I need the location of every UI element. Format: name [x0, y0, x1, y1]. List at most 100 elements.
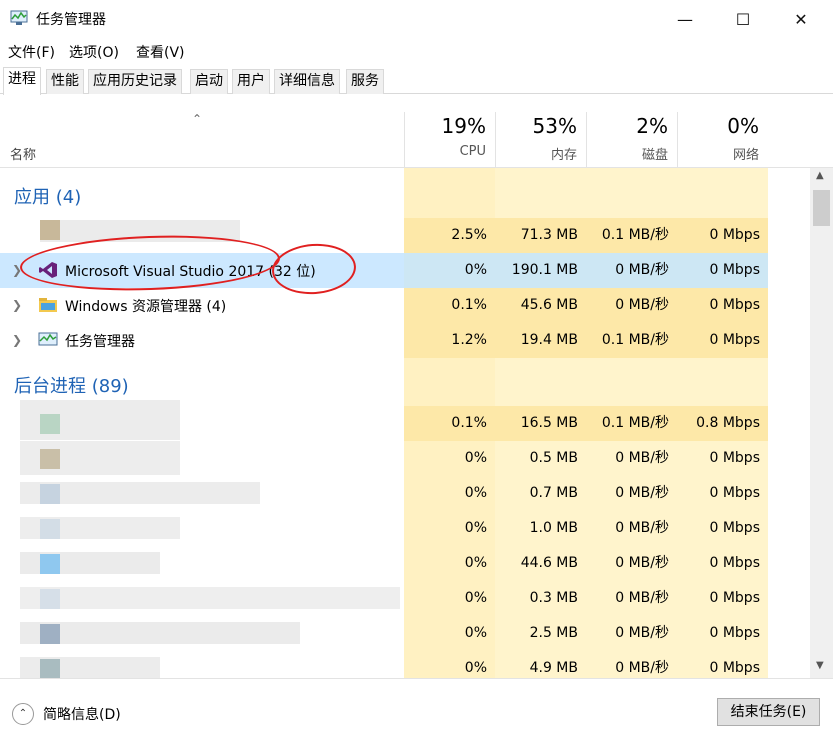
minimize-button[interactable]: —: [662, 0, 708, 38]
process-row[interactable]: 2.5% 71.3 MB 0.1 MB/秒 0 Mbps: [0, 218, 768, 253]
maximize-button[interactable]: ☐: [720, 0, 766, 38]
process-row[interactable]: 0% 2.5 MB 0 MB/秒 0 Mbps: [0, 616, 768, 651]
disk-value: 0 MB/秒: [615, 450, 669, 466]
app-icon: [40, 659, 60, 678]
network-value: 0 Mbps: [709, 660, 760, 676]
process-row[interactable]: ❯ 任务管理器 1.2% 19.4 MB 0.1 MB/秒 0 Mbps: [0, 323, 768, 358]
process-row[interactable]: 0% 1.0 MB 0 MB/秒 0 Mbps: [0, 511, 768, 546]
tab-processes[interactable]: 进程: [3, 67, 41, 95]
disk-value: 0.1 MB/秒: [586, 218, 677, 253]
network-value: 0 Mbps: [709, 450, 760, 466]
cpu-value: 0%: [464, 450, 487, 466]
blurred-name: [20, 622, 300, 644]
memory-value: 190.1 MB: [495, 253, 586, 288]
network-value: 0 Mbps: [709, 520, 760, 536]
close-button[interactable]: ✕: [778, 0, 824, 38]
window-title: 任务管理器: [36, 12, 106, 28]
scroll-up-arrow-icon[interactable]: ▲: [816, 170, 824, 181]
memory-value: 16.5 MB: [495, 406, 586, 441]
cpu-label: CPU: [459, 144, 486, 159]
blurred-name: [40, 220, 240, 242]
process-row[interactable]: 0.1% 16.5 MB 0.1 MB/秒 0.8 Mbps: [0, 400, 768, 441]
chevron-right-icon[interactable]: ❯: [12, 263, 22, 277]
process-name: Windows 资源管理器 (4): [65, 299, 227, 315]
network-value: 0 Mbps: [677, 218, 768, 253]
process-row[interactable]: 0% 0.7 MB 0 MB/秒 0 Mbps: [0, 476, 768, 511]
memory-value: 19.4 MB: [495, 323, 586, 358]
process-row[interactable]: 0% 0.3 MB 0 MB/秒 0 Mbps: [0, 581, 768, 616]
tab-performance[interactable]: 性能: [46, 69, 84, 94]
menu-options[interactable]: 选项(O): [69, 42, 119, 62]
process-row[interactable]: 0% 0.5 MB 0 MB/秒 0 Mbps: [0, 441, 768, 476]
process-name: Microsoft Visual Studio 2017 (32 位): [65, 264, 316, 280]
tab-startup[interactable]: 启动: [190, 69, 228, 94]
memory-total: 53%: [532, 114, 577, 138]
process-row[interactable]: 0% 44.6 MB 0 MB/秒 0 Mbps: [0, 546, 768, 581]
process-row[interactable]: 0% 4.9 MB 0 MB/秒 0 Mbps: [0, 651, 768, 678]
memory-label: 内存: [550, 148, 577, 163]
menu-view[interactable]: 查看(V): [136, 42, 185, 62]
cpu-total: 19%: [441, 114, 486, 138]
column-disk[interactable]: 2% 磁盘: [586, 112, 677, 168]
app-icon: [40, 519, 60, 539]
network-value: 0 Mbps: [709, 485, 760, 501]
memory-value: 0.3 MB: [529, 590, 578, 606]
process-list: 应用 (4) 2.5% 71.3 MB 0.1 MB/秒 0 Mbps ❯ Mi…: [0, 168, 810, 678]
vertical-scrollbar[interactable]: ▲ ▼: [810, 168, 833, 678]
column-memory[interactable]: 53% 内存: [495, 112, 586, 168]
cpu-value: 2.5%: [404, 218, 495, 253]
column-cpu[interactable]: 19% CPU: [404, 112, 495, 168]
disk-total: 2%: [636, 114, 668, 138]
app-icon: [40, 220, 60, 240]
tab-services[interactable]: 服务: [346, 69, 384, 94]
scroll-thumb[interactable]: [813, 190, 830, 226]
menu-file[interactable]: 文件(F): [8, 42, 55, 62]
cpu-value: 0%: [464, 590, 487, 606]
column-network[interactable]: 0% 网络: [677, 112, 768, 168]
disk-value: 0 MB/秒: [586, 253, 677, 288]
cpu-value: 0%: [404, 253, 495, 288]
group-apps[interactable]: 应用 (4): [14, 183, 81, 209]
network-value: 0 Mbps: [677, 323, 768, 358]
visual-studio-icon: [38, 261, 58, 279]
chevron-up-icon[interactable]: ⌃: [12, 703, 34, 725]
process-row[interactable]: ❯ Windows 资源管理器 (4) 0.1% 45.6 MB 0 MB/秒 …: [0, 288, 768, 323]
memory-value: 0.5 MB: [529, 450, 578, 466]
app-icon: [40, 554, 60, 574]
fewer-details-link[interactable]: 简略信息(D): [43, 704, 121, 724]
process-row[interactable]: ❯ Microsoft Visual Studio 2017 (32 位) 0%…: [0, 253, 768, 288]
network-value: 0 Mbps: [677, 253, 768, 288]
end-task-button[interactable]: 结束任务(E): [717, 698, 820, 726]
tab-app-history[interactable]: 应用历史记录: [88, 69, 182, 94]
disk-value: 0 MB/秒: [615, 555, 669, 571]
app-icon: [40, 624, 60, 644]
chevron-right-icon[interactable]: ❯: [12, 298, 22, 312]
cpu-value: 0%: [464, 520, 487, 536]
cpu-value: 0%: [464, 660, 487, 676]
network-value: 0 Mbps: [709, 625, 760, 641]
memory-value: 71.3 MB: [495, 218, 586, 253]
blurred-name: [20, 587, 400, 609]
network-label: 网络: [732, 148, 759, 163]
column-header: ⌃ 名称 19% CPU 53% 内存 2% 磁盘 0% 网络: [0, 112, 833, 168]
memory-value: 4.9 MB: [529, 660, 578, 676]
network-value: 0 Mbps: [709, 590, 760, 606]
task-manager-icon: [10, 10, 28, 26]
footer: ⌃ 简略信息(D) 结束任务(E): [0, 678, 833, 742]
disk-value: 0.1 MB/秒: [586, 323, 677, 358]
group-background[interactable]: 后台进程 (89): [14, 372, 129, 398]
app-icon: [40, 484, 60, 504]
tab-details[interactable]: 详细信息: [274, 69, 340, 94]
memory-value: 0.7 MB: [529, 485, 578, 501]
cpu-value: 0%: [464, 625, 487, 641]
disk-label: 磁盘: [641, 148, 668, 163]
memory-value: 1.0 MB: [529, 520, 578, 536]
cpu-value: 0.1%: [404, 288, 495, 323]
column-name[interactable]: 名称: [10, 144, 36, 163]
app-icon: [40, 449, 60, 469]
disk-value: 0.1 MB/秒: [586, 406, 677, 441]
tab-users[interactable]: 用户: [232, 69, 270, 94]
chevron-right-icon[interactable]: ❯: [12, 333, 22, 347]
disk-value: 0 MB/秒: [586, 288, 677, 323]
scroll-down-arrow-icon[interactable]: ▼: [816, 660, 824, 671]
